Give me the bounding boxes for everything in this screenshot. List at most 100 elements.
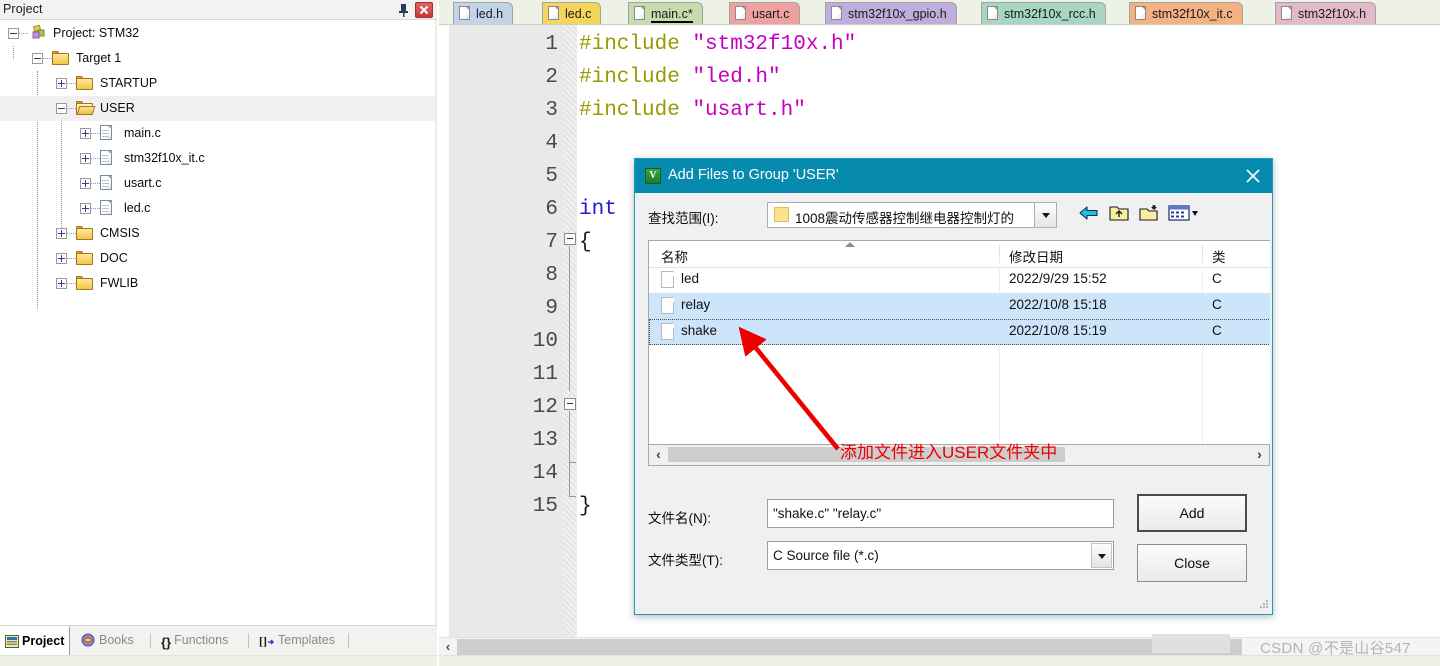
file-icon	[634, 6, 645, 20]
editor-tab-main-c[interactable]: main.c*	[628, 2, 703, 24]
folder-open-icon	[76, 100, 96, 116]
file-icon	[661, 323, 674, 340]
expander-toggle[interactable]	[80, 203, 91, 214]
file-icon	[1281, 6, 1292, 20]
tree-item-user[interactable]: USER	[0, 96, 435, 121]
editor-tab-label: main.c*	[651, 7, 693, 23]
project-tree[interactable]: Project: STM32 Target 1 STARTUP USER mai…	[0, 21, 435, 623]
view-mode-icon[interactable]	[1168, 203, 1200, 228]
tree-item-main-c[interactable]: main.c	[0, 121, 435, 146]
column-header-date[interactable]: 修改日期	[1009, 246, 1063, 266]
column-header-type[interactable]: 类	[1212, 246, 1226, 266]
line-number: 14	[532, 462, 558, 485]
back-icon[interactable]	[1078, 203, 1100, 228]
up-folder-icon[interactable]	[1108, 203, 1130, 228]
new-folder-icon[interactable]	[1138, 203, 1160, 228]
tab-project[interactable]: Project	[0, 626, 71, 656]
scroll-left-arrow[interactable]: ‹	[649, 445, 668, 464]
tab-templates[interactable]: [] Templates	[254, 626, 340, 655]
dialog-body: 查找范围(I): 1008震动传感器控制继电器控制灯的 名称 修改日期 类 le…	[635, 193, 1272, 614]
folder-closed-icon	[76, 225, 93, 241]
scroll-right-arrow[interactable]: ›	[1250, 445, 1269, 464]
lookin-combo[interactable]: 1008震动传感器控制继电器控制灯的	[767, 202, 1057, 228]
watermark: CSDN @不是山谷547	[1260, 640, 1411, 657]
line-number: 13	[532, 429, 558, 452]
tree-item-startup[interactable]: STARTUP	[0, 71, 435, 96]
tab-project-label: Project	[22, 634, 65, 648]
tree-item-label: stm32f10x_it.c	[124, 151, 205, 165]
tab-functions[interactable]: {} Functions	[156, 626, 233, 655]
file-date: 2022/9/29 15:52	[1009, 271, 1107, 286]
expander-toggle[interactable]	[32, 53, 43, 64]
tree-item-label: led.c	[124, 201, 151, 215]
scroll-thumb[interactable]	[457, 639, 1242, 655]
editor-tab-label: stm32f10x_it.c	[1152, 7, 1233, 21]
editor-tab-led-c[interactable]: led.c	[542, 2, 602, 24]
line-number: 2	[545, 66, 558, 89]
tree-item-label: USER	[100, 101, 135, 115]
file-icon	[831, 6, 842, 20]
add-button[interactable]: Add	[1137, 494, 1247, 532]
file-list-row[interactable]: relay 2022/10/8 15:18 C	[649, 293, 1270, 319]
editor-tab-stm32f10x-rcc-h[interactable]: stm32f10x_rcc.h	[981, 2, 1106, 24]
keil-app-icon: V	[645, 168, 661, 184]
expander-toggle[interactable]	[56, 103, 67, 114]
close-button[interactable]: Close	[1137, 544, 1247, 582]
tree-item-doc[interactable]: DOC	[0, 246, 435, 271]
c-file-icon	[100, 150, 117, 166]
file-date: 2022/10/8 15:18	[1009, 297, 1107, 312]
expander-toggle[interactable]	[80, 128, 91, 139]
code-token: {	[579, 231, 592, 254]
expander-toggle[interactable]	[80, 153, 91, 164]
close-icon[interactable]	[415, 2, 433, 18]
line-number: 8	[545, 264, 558, 287]
column-header-name[interactable]: 名称	[661, 246, 688, 266]
expander-toggle[interactable]	[56, 253, 67, 264]
tree-item-label: Target 1	[76, 51, 122, 65]
chevron-down-icon[interactable]	[1091, 543, 1112, 568]
file-list-row[interactable]: led 2022/9/29 15:52 C	[649, 267, 1270, 293]
project-bottom-tabs: Project Books {} Functions [] Templates	[0, 625, 437, 656]
scroll-left-arrow[interactable]: ‹	[439, 638, 457, 655]
close-icon[interactable]	[1242, 166, 1264, 186]
tree-item-label: FWLIB	[100, 276, 139, 290]
filetype-select[interactable]: C Source file (*.c)	[767, 541, 1114, 570]
file-icon	[735, 6, 746, 20]
expander-toggle[interactable]	[56, 278, 67, 289]
editor-tab-label: stm32f10x_gpio.h	[848, 7, 947, 21]
lookin-label: 查找范围(I):	[648, 211, 719, 226]
expander-toggle[interactable]	[56, 78, 67, 89]
line-number: 15	[532, 495, 558, 518]
file-icon	[548, 6, 559, 20]
editor-tab-usart-c[interactable]: usart.c	[729, 2, 800, 24]
folder-closed-icon	[76, 275, 93, 291]
tree-item-stm32f10x-it-c[interactable]: stm32f10x_it.c	[0, 146, 435, 171]
svg-text:[]: []	[259, 634, 267, 647]
filename-input[interactable]: "shake.c" "relay.c"	[767, 499, 1114, 528]
tree-item-label: STARTUP	[100, 76, 158, 90]
expander-toggle[interactable]	[56, 228, 67, 239]
c-file-icon	[100, 175, 117, 191]
chevron-down-icon[interactable]	[1034, 203, 1056, 227]
tab-books[interactable]: Books	[76, 626, 139, 655]
tree-item-target[interactable]: Target 1	[0, 46, 435, 71]
expander-toggle[interactable]	[8, 28, 19, 39]
resize-grip[interactable]	[1256, 598, 1270, 612]
expander-toggle[interactable]	[80, 178, 91, 189]
editor-tab-stm32f10x-it-c[interactable]: stm32f10x_it.c	[1129, 2, 1243, 24]
tree-item-cmsis[interactable]: CMSIS	[0, 221, 435, 246]
editor-tab-led-h[interactable]: led.h	[453, 2, 514, 24]
tree-item-project[interactable]: Project: STM32	[0, 21, 435, 46]
c-file-icon	[100, 125, 117, 141]
tree-item-usart-c[interactable]: usart.c	[0, 171, 435, 196]
folder-closed-icon	[76, 75, 93, 91]
editor-tab-stm32f10x-h[interactable]: stm32f10x.h	[1275, 2, 1377, 24]
tab-templates-label: Templates	[278, 633, 335, 647]
pin-icon[interactable]	[395, 2, 411, 18]
code-line: 2 #include "led.h"	[439, 61, 1440, 94]
tree-item-fwlib[interactable]: FWLIB	[0, 271, 435, 296]
code-line: 4	[439, 127, 1440, 160]
tree-item-led-c[interactable]: led.c	[0, 196, 435, 221]
editor-tab-stm32f10x-gpio-h[interactable]: stm32f10x_gpio.h	[825, 2, 957, 24]
dialog-titlebar: V Add Files to Group 'USER'	[635, 159, 1272, 193]
